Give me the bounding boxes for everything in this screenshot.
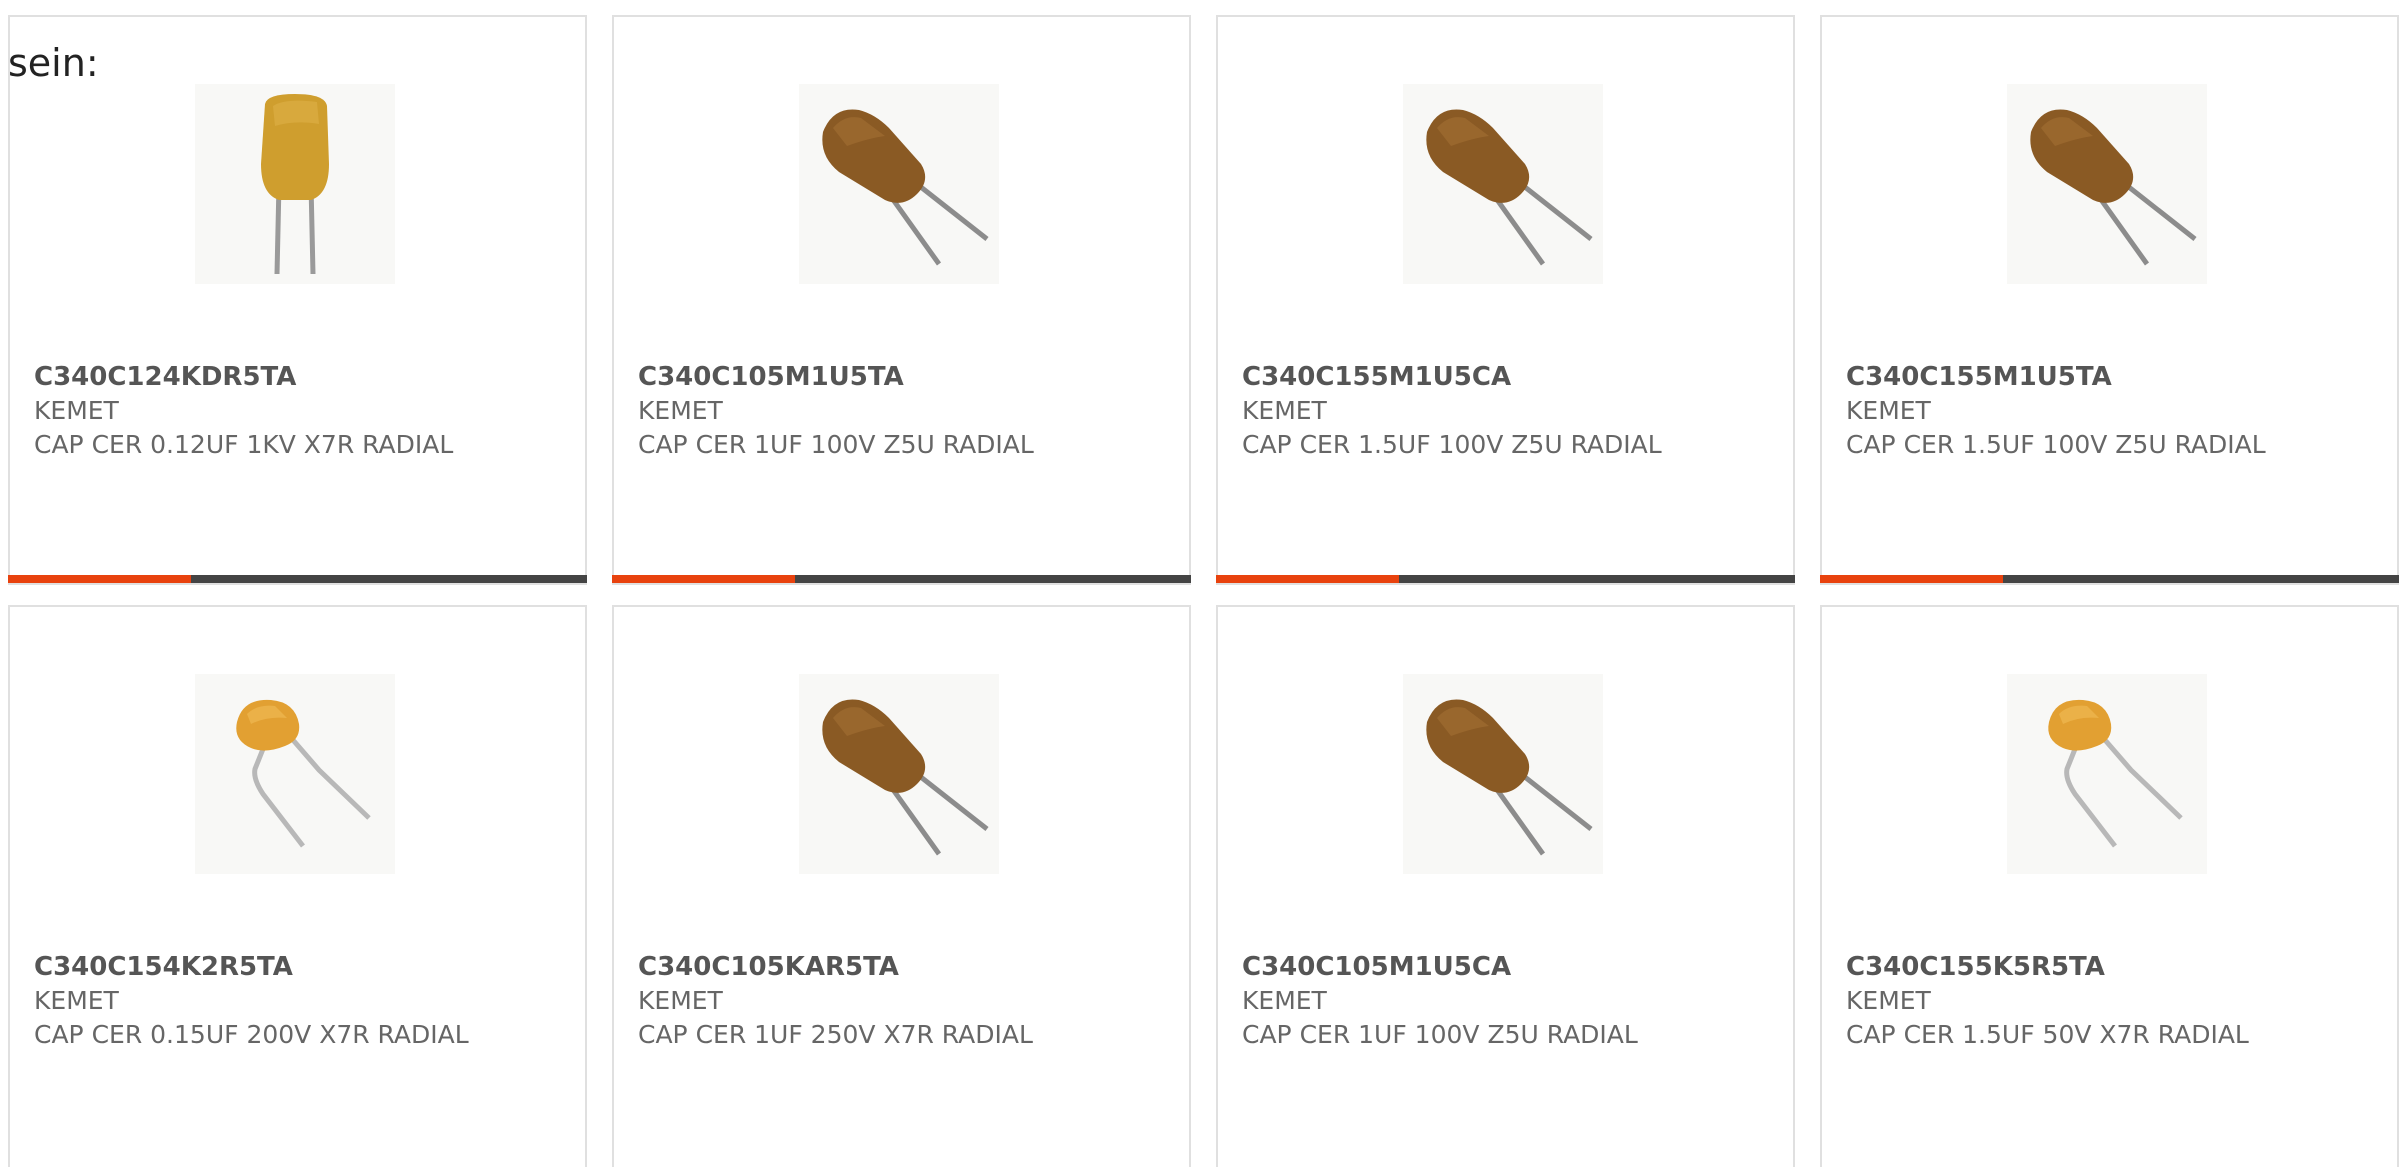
product-grid: C340C124KDR5TA KEMET CAP CER 0.12UF 1KV … — [8, 15, 2399, 1167]
description: CAP CER 1UF 100V Z5U RADIAL — [1242, 1020, 1638, 1049]
brown-radial-capacitor-icon — [822, 699, 989, 856]
product-image[interactable] — [195, 674, 395, 874]
card-bar-accent — [8, 575, 191, 583]
part-number[interactable]: C340C155M1U5TA — [1846, 360, 2337, 394]
part-number[interactable]: C340C124KDR5TA — [34, 360, 525, 394]
card-accent-bar — [1216, 575, 1795, 583]
product-image[interactable] — [2007, 84, 2207, 284]
description: CAP CER 1UF 250V X7R RADIAL — [638, 1020, 1033, 1049]
part-number[interactable]: C340C105KAR5TA — [638, 950, 1129, 984]
card-bar-rest — [795, 575, 1191, 583]
product-info: C340C124KDR5TA KEMET CAP CER 0.12UF 1KV … — [34, 360, 525, 462]
product-info: C340C155M1U5CA KEMET CAP CER 1.5UF 100V … — [1242, 360, 1733, 462]
part-number[interactable]: C340C154K2R5TA — [34, 950, 525, 984]
part-number[interactable]: C340C105M1U5CA — [1242, 950, 1733, 984]
small-orange-capacitor-icon — [236, 699, 371, 848]
product-listing-page: sein: C340C124KDR5TA KEMET CAP CER 0.12U… — [0, 0, 2400, 1167]
manufacturer: KEMET — [34, 986, 119, 1015]
part-number[interactable]: C340C155M1U5CA — [1242, 360, 1733, 394]
product-info: C340C105M1U5TA KEMET CAP CER 1UF 100V Z5… — [638, 360, 1129, 462]
product-image[interactable] — [2007, 674, 2207, 874]
card-bar-accent — [1216, 575, 1399, 583]
product-card[interactable]: C340C105KAR5TA KEMET CAP CER 1UF 250V X7… — [612, 605, 1191, 1167]
product-info: C340C105KAR5TA KEMET CAP CER 1UF 250V X7… — [638, 950, 1129, 1052]
brown-radial-capacitor-icon — [2030, 109, 2197, 266]
product-info: C340C155K5R5TA KEMET CAP CER 1.5UF 50V X… — [1846, 950, 2337, 1052]
description: CAP CER 1.5UF 100V Z5U RADIAL — [1846, 430, 2266, 459]
upright-yellow-capacitor-icon — [261, 94, 329, 275]
card-bar-rest — [2003, 575, 2399, 583]
product-card[interactable]: C340C105M1U5CA KEMET CAP CER 1UF 100V Z5… — [1216, 605, 1795, 1167]
product-card[interactable]: C340C105M1U5TA KEMET CAP CER 1UF 100V Z5… — [612, 15, 1191, 585]
description: CAP CER 0.15UF 200V X7R RADIAL — [34, 1020, 469, 1049]
product-card[interactable]: C340C155M1U5TA KEMET CAP CER 1.5UF 100V … — [1820, 15, 2399, 585]
product-info: C340C105M1U5CA KEMET CAP CER 1UF 100V Z5… — [1242, 950, 1733, 1052]
product-card[interactable]: C340C155K5R5TA KEMET CAP CER 1.5UF 50V X… — [1820, 605, 2399, 1167]
card-bar-accent — [612, 575, 795, 583]
product-card[interactable]: C340C154K2R5TA KEMET CAP CER 0.15UF 200V… — [8, 605, 587, 1167]
manufacturer: KEMET — [1242, 396, 1327, 425]
product-card[interactable]: C340C155M1U5CA KEMET CAP CER 1.5UF 100V … — [1216, 15, 1795, 585]
manufacturer: KEMET — [34, 396, 119, 425]
product-image[interactable] — [1403, 84, 1603, 284]
manufacturer: KEMET — [1846, 396, 1931, 425]
brown-radial-capacitor-icon — [1426, 109, 1593, 266]
description: CAP CER 1.5UF 100V Z5U RADIAL — [1242, 430, 1662, 459]
card-bar-rest — [1399, 575, 1795, 583]
card-accent-bar — [1820, 575, 2399, 583]
manufacturer: KEMET — [1242, 986, 1327, 1015]
card-bar-accent — [1820, 575, 2003, 583]
card-accent-bar — [8, 575, 587, 583]
description: CAP CER 0.12UF 1KV X7R RADIAL — [34, 430, 454, 459]
description: CAP CER 1UF 100V Z5U RADIAL — [638, 430, 1034, 459]
part-number[interactable]: C340C105M1U5TA — [638, 360, 1129, 394]
card-bar-rest — [191, 575, 587, 583]
brown-radial-capacitor-icon — [1426, 699, 1593, 856]
card-accent-bar — [612, 575, 1191, 583]
part-number[interactable]: C340C155K5R5TA — [1846, 950, 2337, 984]
manufacturer: KEMET — [638, 396, 723, 425]
intro-text: sein: — [8, 41, 99, 85]
product-info: C340C155M1U5TA KEMET CAP CER 1.5UF 100V … — [1846, 360, 2337, 462]
product-image[interactable] — [1403, 674, 1603, 874]
product-image[interactable] — [195, 84, 395, 284]
small-orange-capacitor-icon — [2048, 699, 2183, 848]
product-image[interactable] — [799, 674, 999, 874]
product-info: C340C154K2R5TA KEMET CAP CER 0.15UF 200V… — [34, 950, 525, 1052]
brown-radial-capacitor-icon — [822, 109, 989, 266]
manufacturer: KEMET — [1846, 986, 1931, 1015]
product-card[interactable]: C340C124KDR5TA KEMET CAP CER 0.12UF 1KV … — [8, 15, 587, 585]
product-image[interactable] — [799, 84, 999, 284]
manufacturer: KEMET — [638, 986, 723, 1015]
description: CAP CER 1.5UF 50V X7R RADIAL — [1846, 1020, 2249, 1049]
